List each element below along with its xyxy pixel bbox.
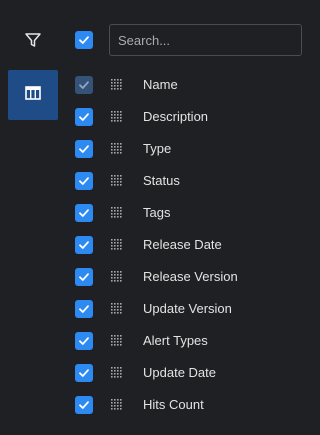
column-row: Update Date (66, 357, 314, 389)
column-row: Alert Types (66, 325, 314, 357)
column-row: Status (66, 165, 314, 197)
drag-handle-icon[interactable] (111, 175, 123, 187)
drag-handle-icon[interactable] (111, 399, 123, 411)
check-icon (79, 241, 89, 249)
drag-handle-icon[interactable] (111, 303, 123, 315)
column-label: Tags (143, 205, 171, 220)
drag-handle-icon[interactable] (111, 367, 123, 379)
check-icon (79, 113, 89, 121)
column-label: Name (143, 77, 178, 92)
column-row: Type (66, 133, 314, 165)
tool-sidebar (0, 0, 66, 435)
column-label: Status (143, 173, 180, 188)
column-row: Update Version (66, 293, 314, 325)
column-label: Alert Types (143, 333, 208, 348)
check-icon (79, 209, 89, 217)
filter-icon (24, 31, 42, 54)
column-checkbox[interactable] (75, 364, 93, 382)
column-label: Description (143, 109, 209, 124)
column-checkbox[interactable] (75, 236, 93, 254)
column-row: Tags (66, 197, 314, 229)
drag-handle-icon[interactable] (111, 143, 123, 155)
column-checkbox[interactable] (75, 108, 93, 126)
check-icon (79, 145, 89, 153)
column-checkbox[interactable] (75, 332, 93, 350)
column-label: Hits Count (143, 397, 204, 412)
check-icon (79, 369, 89, 377)
column-checkbox[interactable] (75, 204, 93, 222)
drag-handle-icon[interactable] (111, 335, 123, 347)
column-label: Type (143, 141, 172, 156)
drag-handle-icon[interactable] (111, 271, 123, 283)
check-icon (79, 177, 89, 185)
filter-tab[interactable] (8, 17, 58, 67)
column-row: Name (66, 69, 314, 101)
column-checkbox[interactable] (75, 396, 93, 414)
column-label: Update Version (143, 301, 232, 316)
column-row: Hits Count (66, 389, 314, 421)
check-icon (79, 81, 89, 89)
column-label: Release Date (143, 237, 222, 252)
check-icon (79, 273, 89, 281)
drag-handle-icon[interactable] (111, 207, 123, 219)
column-checkbox[interactable] (75, 172, 93, 190)
drag-handle-icon[interactable] (111, 79, 123, 91)
check-icon (79, 36, 89, 44)
column-checkbox[interactable] (75, 140, 93, 158)
column-checkbox[interactable] (75, 268, 93, 286)
column-label: Update Date (143, 365, 216, 380)
check-icon (79, 337, 89, 345)
column-label: Release Version (143, 269, 238, 284)
check-icon (79, 401, 89, 409)
check-icon (79, 305, 89, 313)
column-checkbox (75, 76, 93, 94)
select-all-checkbox[interactable] (75, 31, 93, 49)
column-checkbox[interactable] (75, 300, 93, 318)
drag-handle-icon[interactable] (111, 111, 123, 123)
column-row: Description (66, 101, 314, 133)
columns-tab[interactable] (8, 70, 58, 120)
drag-handle-icon[interactable] (111, 239, 123, 251)
columns-icon (25, 85, 41, 105)
search-input[interactable] (109, 24, 302, 56)
column-row: Release Date (66, 229, 314, 261)
column-row: Release Version (66, 261, 314, 293)
